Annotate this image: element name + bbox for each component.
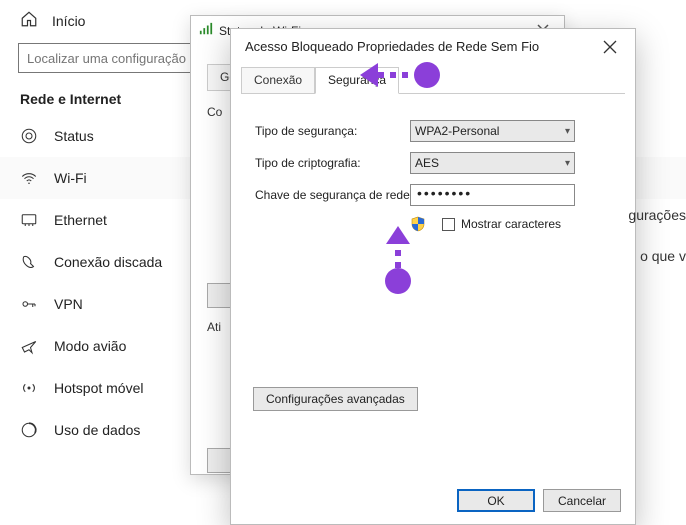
network-key-input[interactable]: •••••••• [410, 184, 575, 206]
sidebar-item-label: Status [54, 128, 94, 144]
sidebar-item-label: VPN [54, 296, 83, 312]
encryption-type-select[interactable]: AES ▾ [410, 152, 575, 174]
clipped-text: o que v [640, 248, 686, 264]
airplane-icon [20, 337, 38, 355]
data-usage-icon [20, 421, 38, 439]
advanced-settings-label: Configurações avançadas [266, 392, 405, 406]
encryption-type-value: AES [415, 156, 439, 170]
ethernet-icon [20, 211, 38, 229]
sidebar-item-label: Conexão discada [54, 254, 162, 270]
ok-button[interactable]: OK [457, 489, 535, 512]
show-characters-checkbox[interactable] [442, 218, 455, 231]
advanced-settings-button[interactable]: Configurações avançadas [253, 387, 418, 411]
tabs: Conexão Segurança [241, 66, 625, 94]
clipped-text: gurações [628, 207, 686, 223]
wifi-properties-dialog: Acesso Bloqueado Propriedades de Rede Se… [230, 28, 636, 525]
security-type-value: WPA2-Personal [415, 124, 499, 138]
dialup-icon [20, 253, 38, 271]
tab-connection[interactable]: Conexão [241, 67, 315, 94]
encryption-type-label: Tipo de criptografia: [255, 156, 410, 170]
vpn-icon [20, 295, 38, 313]
close-button[interactable] [593, 35, 627, 59]
sidebar-item-label: Ethernet [54, 212, 107, 228]
tab-security[interactable]: Segurança [315, 67, 399, 94]
status-icon [20, 127, 38, 145]
signal-icon [199, 22, 213, 39]
wifi-icon [20, 169, 38, 187]
chevron-down-icon: ▾ [565, 126, 570, 137]
security-type-label: Tipo de segurança: [255, 124, 410, 138]
home-icon [20, 10, 38, 31]
hotspot-icon [20, 379, 38, 397]
network-key-label: Chave de segurança de rede [255, 188, 410, 203]
uac-shield-icon [410, 216, 426, 232]
home-label: Início [52, 13, 85, 29]
sidebar-item-label: Modo avião [54, 338, 126, 354]
show-characters-label: Mostrar caracteres [461, 217, 561, 231]
cancel-button[interactable]: Cancelar [543, 489, 621, 512]
sidebar-item-label: Uso de dados [54, 422, 140, 438]
chevron-down-icon: ▾ [565, 158, 570, 169]
security-tab-body: Tipo de segurança: WPA2-Personal ▾ Tipo … [231, 94, 635, 242]
sidebar-item-label: Wi-Fi [54, 170, 87, 186]
dialog-title: Acesso Bloqueado Propriedades de Rede Se… [231, 29, 635, 62]
sidebar-item-label: Hotspot móvel [54, 380, 143, 396]
security-type-select[interactable]: WPA2-Personal ▾ [410, 120, 575, 142]
